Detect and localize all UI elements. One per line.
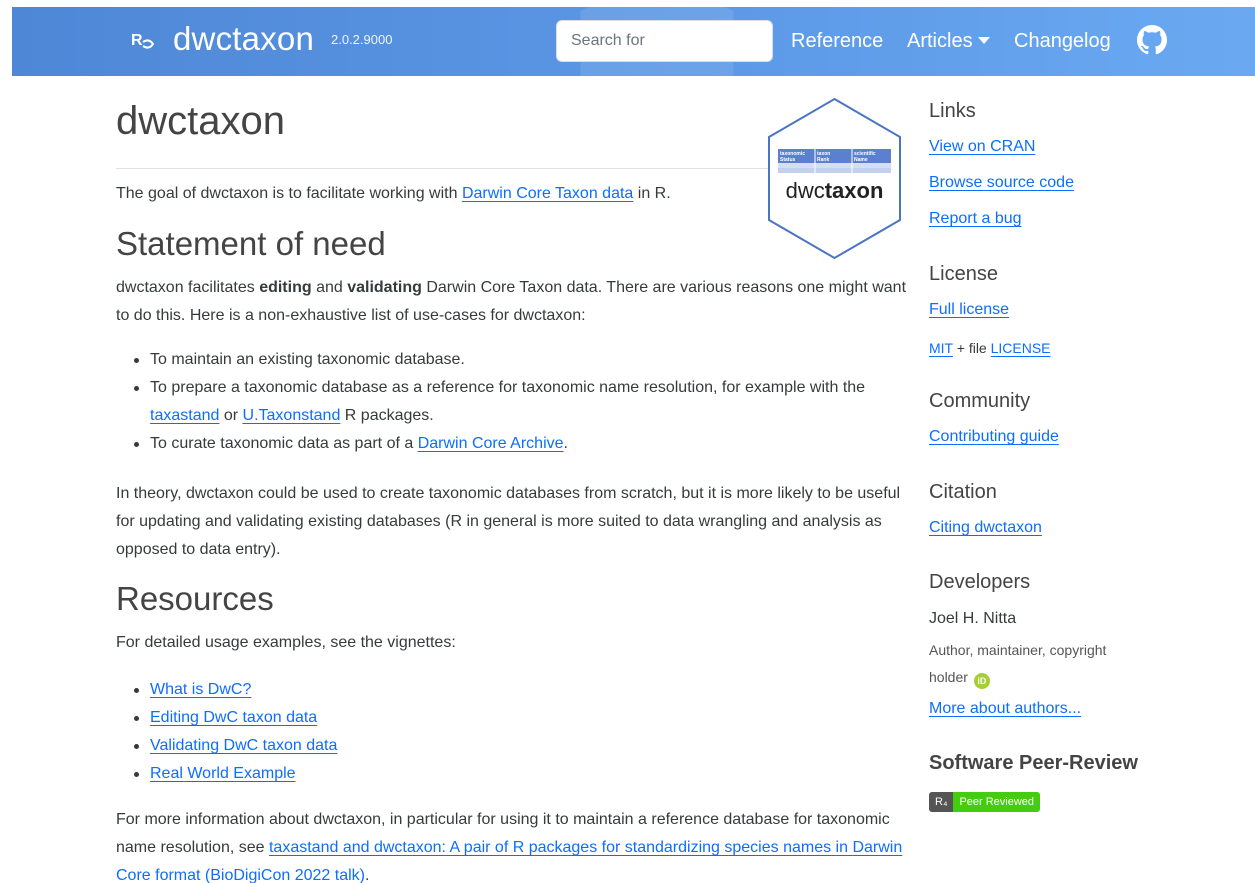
- vignette-link-validating[interactable]: Validating DwC taxon data: [150, 737, 337, 754]
- nav-changelog[interactable]: Changelog: [1014, 30, 1111, 53]
- list-item: To curate taxonomic data as part of a Da…: [134, 430, 910, 458]
- intro-paragraph: The goal of dwctaxon is to facilitate wo…: [116, 185, 671, 202]
- list-item: Validating DwC taxon data: [134, 732, 910, 760]
- sidebar-peer-review-heading: Software Peer-Review: [929, 752, 1138, 774]
- nav-articles-dropdown[interactable]: Articles: [907, 30, 990, 53]
- peer-reviewed-label: Peer Reviewed: [953, 792, 1041, 812]
- report-bug-link[interactable]: Report a bug: [929, 210, 1022, 228]
- citing-dwctaxon-link[interactable]: Citing dwctaxon: [929, 519, 1042, 537]
- rOpenSci-logo-icon[interactable]: R: [130, 28, 156, 52]
- vignette-list: What is DwC? Editing DwC taxon data Vali…: [134, 676, 910, 788]
- brand-name[interactable]: dwctaxon: [173, 20, 314, 58]
- navbar: R dwctaxon 2.0.2.9000 Reference Articles…: [12, 7, 1255, 76]
- view-on-cran-link[interactable]: View on CRAN: [929, 138, 1035, 156]
- developer-role: Author, maintainer, copyright holder iD: [929, 637, 1139, 691]
- caret-down-icon: [977, 37, 990, 44]
- search-input[interactable]: [556, 20, 773, 62]
- darwin-core-taxon-link[interactable]: Darwin Core Taxon data: [462, 185, 633, 202]
- page-title: dwctaxon: [116, 99, 285, 143]
- u-taxonstand-link[interactable]: U.Taxonstand: [243, 407, 341, 424]
- svg-text:Name: Name: [854, 157, 868, 163]
- contributing-guide-link[interactable]: Contributing guide: [929, 428, 1059, 446]
- resources-paragraph: For detailed usage examples, see the vig…: [116, 634, 456, 651]
- rOpenSci-badge-icon: R₄: [929, 792, 954, 812]
- list-item: To maintain an existing taxonomic databa…: [134, 346, 910, 374]
- theory-paragraph: In theory, dwctaxon could be used to cre…: [116, 485, 901, 558]
- sidebar-license-heading: License: [929, 263, 998, 285]
- license-text: MIT + file LICENSE: [929, 340, 1051, 356]
- version-label: 2.0.2.9000: [331, 32, 393, 47]
- mit-link[interactable]: MIT: [929, 340, 953, 356]
- svg-text:Rank: Rank: [817, 157, 829, 163]
- sidebar-community-heading: Community: [929, 390, 1031, 412]
- full-license-link[interactable]: Full license: [929, 301, 1009, 319]
- list-item: To prepare a taxonomic database as a ref…: [134, 374, 910, 430]
- svg-text:Status: Status: [780, 157, 796, 163]
- vignette-link-what-is-dwc[interactable]: What is DwC?: [150, 681, 251, 698]
- sidebar-citation-heading: Citation: [929, 481, 997, 503]
- more-about-authors-link[interactable]: More about authors...: [929, 700, 1081, 718]
- developer-name: Joel H. Nitta: [929, 610, 1017, 627]
- darwin-core-archive-link[interactable]: Darwin Core Archive: [418, 435, 564, 452]
- browse-source-link[interactable]: Browse source code: [929, 174, 1074, 192]
- nav-articles-label: Articles: [907, 30, 973, 52]
- license-file-link[interactable]: LICENSE: [991, 340, 1051, 356]
- peer-reviewed-badge[interactable]: R₄ Peer Reviewed: [929, 792, 1041, 812]
- use-case-list: To maintain an existing taxonomic databa…: [134, 346, 910, 458]
- sidebar-links-heading: Links: [929, 100, 976, 122]
- taxastand-link[interactable]: taxastand: [150, 407, 219, 424]
- dwctaxon-hex-logo: taxonomic Status taxon Rank scientific N…: [768, 97, 901, 260]
- nav-reference[interactable]: Reference: [791, 30, 883, 53]
- sidebar-developers-heading: Developers: [929, 571, 1031, 593]
- github-icon[interactable]: [1137, 25, 1167, 55]
- svg-text:R: R: [131, 32, 143, 49]
- list-item: What is DwC?: [134, 676, 910, 704]
- resources-heading: Resources: [116, 580, 274, 617]
- orcid-icon[interactable]: iD: [973, 673, 990, 689]
- list-item: Editing DwC taxon data: [134, 704, 910, 732]
- vignette-link-editing[interactable]: Editing DwC taxon data: [150, 709, 317, 726]
- list-item: Real World Example: [134, 760, 910, 788]
- more-info-paragraph: For more information about dwctaxon, in …: [116, 811, 903, 883]
- need-paragraph: dwctaxon facilitates editing and validat…: [116, 279, 907, 324]
- vignette-link-real-world[interactable]: Real World Example: [150, 765, 296, 782]
- statement-of-need-heading: Statement of need: [116, 225, 386, 262]
